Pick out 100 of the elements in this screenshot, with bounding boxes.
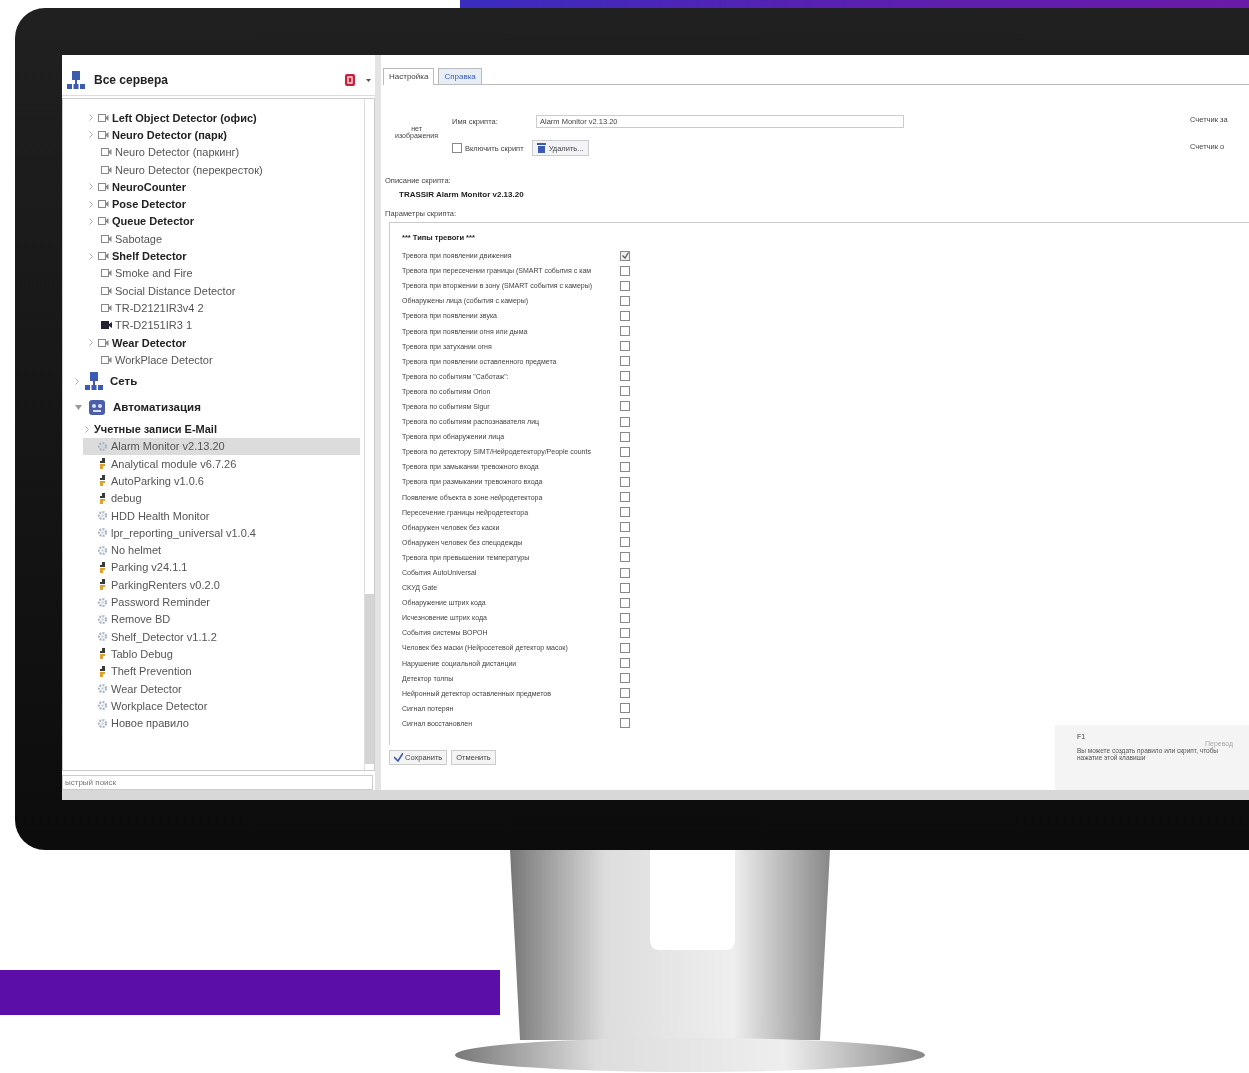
checkbox[interactable] bbox=[620, 326, 630, 336]
dropdown-arrow-icon[interactable] bbox=[366, 78, 371, 82]
tree-item[interactable]: No helmet bbox=[83, 541, 364, 559]
checkbox[interactable] bbox=[620, 416, 630, 427]
checkbox[interactable] bbox=[620, 582, 630, 593]
checkbox[interactable] bbox=[620, 612, 630, 623]
camera-icon bbox=[101, 269, 112, 278]
tree-item[interactable]: Password Reminder bbox=[83, 593, 364, 611]
checkbox[interactable] bbox=[620, 658, 630, 669]
gear-icon bbox=[97, 440, 108, 452]
gear-icon bbox=[97, 510, 108, 522]
checkbox[interactable] bbox=[620, 265, 630, 276]
tree-item[interactable]: AutoParking v1.0.6 bbox=[83, 472, 364, 490]
gear-icon bbox=[97, 631, 108, 643]
camera-icon bbox=[98, 200, 109, 209]
tree-item[interactable]: Neuro Detector (перекресток) bbox=[87, 160, 364, 179]
tab[interactable]: Справка bbox=[438, 68, 482, 84]
checkbox[interactable] bbox=[620, 401, 630, 412]
gear-icon bbox=[97, 596, 108, 608]
checkbox[interactable] bbox=[620, 295, 630, 306]
checkbox[interactable] bbox=[620, 356, 630, 367]
checkbox[interactable] bbox=[620, 643, 630, 653]
tree-item[interactable]: ParkingRenters v0.2.0 bbox=[83, 576, 364, 594]
checkbox[interactable] bbox=[620, 492, 630, 503]
tree-item[interactable]: Left Object Detector (офис) bbox=[87, 109, 364, 127]
tree-item[interactable]: Shelf_Detector v1.1.2 bbox=[83, 628, 364, 646]
tree-item[interactable]: Сеть bbox=[63, 368, 364, 395]
camera-icon bbox=[98, 182, 109, 191]
network-icon bbox=[66, 70, 86, 90]
tree-item[interactable]: Workplace Detector bbox=[83, 697, 364, 715]
camera-icon bbox=[101, 303, 112, 312]
checkbox[interactable] bbox=[620, 341, 630, 352]
search-field[interactable]: ыстрый поиск bbox=[62, 775, 373, 790]
trash-icon bbox=[536, 143, 546, 153]
checkbox[interactable] bbox=[620, 310, 630, 321]
camera-icon bbox=[98, 338, 109, 347]
tree-item[interactable]: Pose Detector bbox=[87, 195, 364, 213]
tree-item[interactable]: HDD Health Monitor bbox=[83, 506, 364, 525]
gear-icon bbox=[97, 683, 108, 695]
checkbox[interactable] bbox=[620, 386, 630, 397]
gear-icon bbox=[97, 613, 108, 625]
checkbox[interactable] bbox=[620, 703, 630, 714]
tree-item[interactable]: lpr_reporting_universal v1.0.4 bbox=[83, 524, 364, 542]
tree-item[interactable]: debug bbox=[83, 489, 364, 507]
tree-item[interactable]: Автоматизация bbox=[63, 394, 364, 421]
tree-item[interactable]: Shelf Detector bbox=[87, 247, 364, 265]
tree-item[interactable]: Новое правило bbox=[83, 714, 364, 732]
camera-icon bbox=[98, 113, 109, 122]
checkbox[interactable] bbox=[620, 567, 630, 578]
script-icon bbox=[97, 492, 108, 504]
robot-icon bbox=[87, 397, 107, 418]
checkbox[interactable] bbox=[620, 627, 630, 638]
tree-item[interactable]: Remove BD bbox=[83, 610, 364, 628]
tree-item[interactable]: Sabotage bbox=[87, 230, 364, 248]
checkbox[interactable] bbox=[620, 537, 630, 548]
checkbox[interactable] bbox=[620, 371, 630, 382]
tree-item[interactable]: Neuro Detector (парк) bbox=[87, 126, 364, 144]
checkbox[interactable] bbox=[620, 673, 630, 684]
tab[interactable]: Настройка bbox=[383, 68, 435, 85]
tree-item[interactable]: Учетные записи E-Mail bbox=[83, 420, 364, 438]
checkbox[interactable] bbox=[620, 280, 630, 291]
tree-item[interactable]: NeuroCounter bbox=[87, 178, 364, 196]
network-icon bbox=[84, 371, 104, 392]
camera-icon bbox=[101, 234, 112, 243]
tree-item[interactable]: Wear Detector bbox=[87, 333, 364, 352]
tree-item[interactable]: Queue Detector bbox=[87, 212, 364, 231]
checkbox[interactable] bbox=[620, 446, 630, 457]
script-icon bbox=[97, 579, 108, 591]
scrollbar[interactable] bbox=[364, 99, 374, 770]
tree-item[interactable]: Neuro Detector (паркинг) bbox=[87, 143, 364, 161]
collapse-arrow-icon[interactable] bbox=[75, 404, 82, 410]
tree-item[interactable]: Parking v24.1.1 bbox=[83, 558, 364, 577]
camera-icon bbox=[98, 217, 109, 226]
tree-item[interactable]: Theft Prevention bbox=[83, 662, 364, 680]
tree-item[interactable]: Alarm Monitor v2.13.20 bbox=[83, 437, 360, 456]
tree-item[interactable]: Social Distance Detector bbox=[87, 281, 364, 300]
checkbox[interactable] bbox=[620, 431, 630, 442]
script-icon bbox=[97, 648, 108, 660]
checkbox[interactable] bbox=[620, 461, 630, 472]
alert-icon[interactable] bbox=[345, 74, 355, 86]
tree-item[interactable]: TR-D2151IR3 1 bbox=[87, 316, 364, 334]
gear-icon bbox=[97, 717, 108, 729]
tree-item[interactable]: Tablo Debug bbox=[83, 645, 364, 663]
checkbox[interactable] bbox=[620, 476, 630, 487]
checkbox[interactable] bbox=[620, 522, 630, 533]
checkbox[interactable] bbox=[620, 688, 630, 699]
tree-item[interactable]: TR-D2121IR3v4 2 bbox=[87, 299, 364, 317]
tree-item[interactable]: Smoke and Fire bbox=[87, 264, 364, 282]
checkbox[interactable] bbox=[620, 597, 630, 608]
checkbox[interactable] bbox=[620, 250, 630, 261]
checkbox[interactable] bbox=[620, 507, 630, 518]
checkbox[interactable] bbox=[620, 552, 630, 563]
tree-item[interactable]: Analytical module v6.7.26 bbox=[83, 455, 364, 473]
camera-icon bbox=[98, 130, 109, 139]
camera-icon bbox=[101, 321, 112, 330]
camera-icon bbox=[101, 148, 112, 157]
camera-icon bbox=[98, 252, 109, 260]
tree-item[interactable]: WorkPlace Detector bbox=[87, 351, 364, 369]
tree-item[interactable]: Wear Detector bbox=[83, 679, 364, 698]
checkbox[interactable] bbox=[620, 718, 630, 729]
